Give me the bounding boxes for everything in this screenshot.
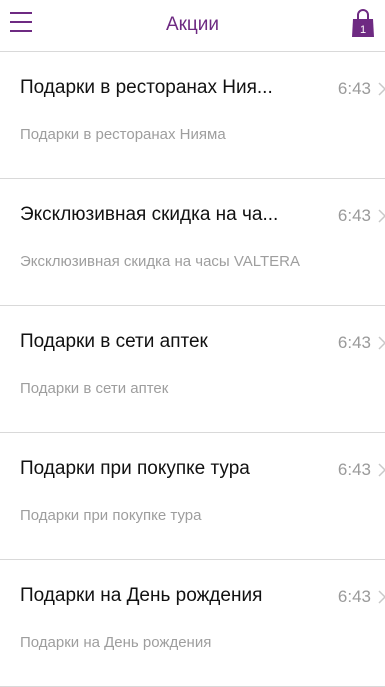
list-item[interactable]: Подарки в сети аптек 6:43 Подарки в сети…	[0, 306, 385, 433]
item-title: Подарки при покупке тура	[20, 458, 250, 479]
top-bar: Акции 1	[0, 0, 385, 52]
chevron-right-icon	[378, 463, 385, 477]
item-time: 6:43	[337, 206, 371, 225]
list-item[interactable]: Эксклюзивная скидка на ча... 6:43 Эксклю…	[0, 179, 385, 306]
item-time: 6:43	[337, 333, 371, 352]
page-title: Акции	[165, 14, 220, 35]
chevron-right-icon	[378, 590, 385, 604]
item-subtitle: Подарки в сети аптек	[20, 380, 169, 397]
item-time: 6:43	[337, 79, 371, 98]
item-title: Эксклюзивная скидка на ча...	[20, 204, 279, 225]
item-subtitle: Эксклюзивная скидка на часы VALTERA	[20, 253, 301, 270]
item-title: Подарки в ресторанах Ния...	[20, 77, 273, 98]
cart-badge-count: 1	[360, 24, 366, 36]
list-item[interactable]: Подарки на День рождения 6:43 Подарки на…	[0, 560, 385, 687]
item-title: Подарки в сети аптек	[20, 331, 208, 352]
item-title: Подарки на День рождения	[20, 585, 263, 606]
chevron-right-icon	[378, 209, 385, 223]
chevron-right-icon	[378, 82, 385, 96]
promotions-list: Подарки в ресторанах Ния... 6:43 Подарки…	[0, 52, 385, 687]
item-time: 6:43	[337, 587, 371, 606]
list-item[interactable]: Подарки в ресторанах Ния... 6:43 Подарки…	[0, 52, 385, 179]
item-subtitle: Подарки на День рождения	[20, 634, 212, 651]
chevron-right-icon	[378, 336, 385, 350]
shopping-bag-icon[interactable]: 1	[351, 8, 375, 38]
list-item[interactable]: Подарки при покупке тура 6:43 Подарки пр…	[0, 433, 385, 560]
item-time: 6:43	[337, 460, 371, 479]
item-subtitle: Подарки при покупке тура	[20, 507, 202, 524]
item-subtitle: Подарки в ресторанах Нияма	[20, 126, 226, 143]
